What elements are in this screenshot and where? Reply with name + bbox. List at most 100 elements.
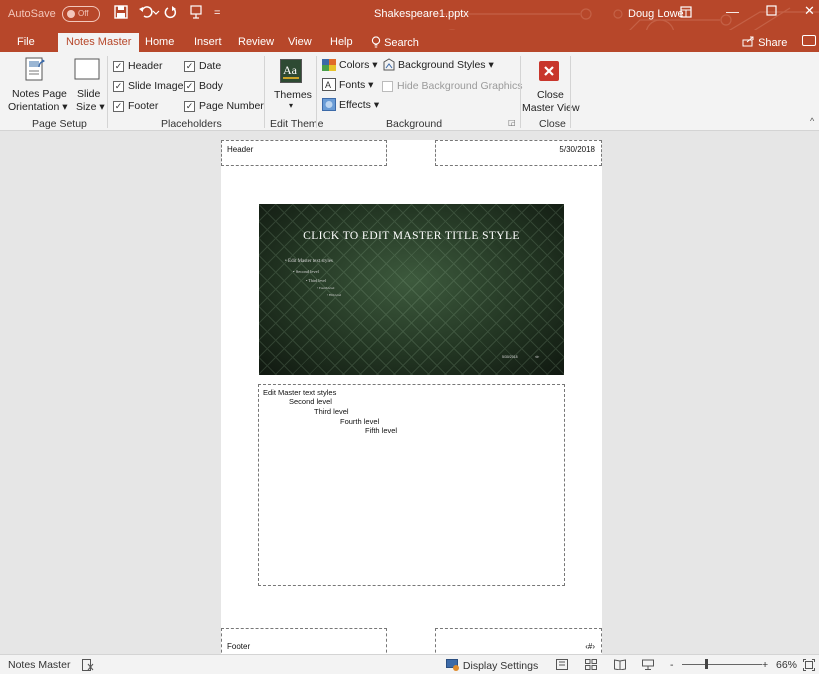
group-divider [570, 56, 571, 128]
slide-size-label-1[interactable]: Slide [77, 88, 100, 100]
view-name: Notes Master [8, 659, 71, 671]
body-checkbox[interactable]: ✓ [184, 81, 195, 92]
slide-sorter-icon[interactable] [585, 659, 597, 673]
background-styles-button[interactable]: Background Styles ▾ [398, 59, 494, 71]
notes-page-label-2[interactable]: Orientation ▾ [8, 101, 68, 113]
placeholders-group-label: Placeholders [161, 118, 222, 130]
slide-level-2: • Second level [293, 269, 319, 274]
tab-file[interactable]: File [17, 36, 35, 48]
body-checkbox-label: Body [199, 80, 223, 92]
tab-help[interactable]: Help [330, 36, 353, 48]
slide-size-label-2[interactable]: Size ▾ [76, 101, 105, 113]
slide-show-icon[interactable] [642, 659, 654, 673]
themes-dropdown-icon[interactable]: ▾ [289, 101, 293, 110]
slide-master-title: CLICK TO EDIT MASTER TITLE STYLE [303, 230, 520, 242]
undo-icon[interactable] [138, 5, 160, 22]
date-checkbox-label: Date [199, 60, 222, 72]
date-text: 5/30/2018 [559, 145, 595, 154]
effects-icon[interactable] [322, 98, 336, 114]
effects-button[interactable]: Effects ▾ [339, 99, 379, 111]
tab-notes-master[interactable]: Notes Master [58, 33, 140, 52]
user-name[interactable]: Doug Lowe [628, 8, 684, 20]
slide-footer-number: ‹#› [535, 355, 540, 359]
maximize-icon[interactable] [766, 4, 777, 19]
slide-footer-date: 5/30/2018 [502, 355, 518, 359]
close-window-icon[interactable]: ✕ [804, 3, 815, 19]
group-divider [520, 56, 521, 128]
redo-icon[interactable] [164, 5, 178, 22]
slide-level-5: • Fifth level [327, 293, 342, 297]
svg-text:A: A [325, 80, 331, 90]
comments-icon[interactable] [802, 35, 816, 46]
hide-background-label: Hide Background Graphics [397, 80, 523, 92]
ribbon-display-icon[interactable] [680, 6, 692, 21]
page-number-placeholder[interactable]: ‹#› [435, 628, 602, 654]
notes-page-label-1[interactable]: Notes Page [12, 88, 67, 100]
title-bar: AutoSave Off = Shakespeare1.pptx Doug Lo… [0, 0, 819, 30]
footer-placeholder[interactable]: Footer [221, 628, 387, 654]
fonts-button[interactable]: Fonts ▾ [339, 79, 373, 91]
header-checkbox[interactable]: ✓ [113, 61, 124, 72]
customize-icon[interactable] [190, 5, 204, 22]
normal-view-icon[interactable] [556, 659, 568, 673]
page-number-text: ‹#› [585, 642, 595, 651]
toggle-knob [67, 10, 75, 18]
zoom-out-button[interactable]: - [670, 659, 674, 671]
slide-size-icon[interactable] [74, 58, 100, 83]
tab-review[interactable]: Review [238, 36, 274, 48]
tell-me-search[interactable]: Search [371, 36, 419, 49]
size-label: Size [76, 101, 97, 113]
date-checkbox[interactable]: ✓ [184, 61, 195, 72]
autosave-state: Off [78, 9, 89, 18]
fonts-icon[interactable]: A [322, 78, 336, 94]
notes-page-orientation-icon[interactable] [25, 57, 45, 84]
slide-level-1: • Edit Master text styles [285, 259, 333, 264]
footer-checkbox[interactable]: ✓ [113, 101, 124, 112]
colors-icon[interactable] [322, 59, 336, 74]
zoom-level[interactable]: 66% [776, 659, 797, 671]
accessibility-icon[interactable] [82, 659, 94, 674]
autosave-toggle[interactable]: Off [62, 6, 100, 22]
header-placeholder[interactable]: Header [221, 140, 387, 166]
background-styles-label: Background Styles [398, 59, 486, 71]
notes-level-3: Third level [314, 407, 349, 416]
tab-home[interactable]: Home [145, 36, 174, 48]
hide-background-checkbox[interactable] [382, 81, 393, 92]
tab-view[interactable]: View [288, 36, 312, 48]
search-label: Search [384, 37, 419, 49]
slide-image-placeholder[interactable]: CLICK TO EDIT MASTER TITLE STYLE • Edit … [259, 204, 564, 375]
slide-image-checkbox[interactable]: ✓ [113, 81, 124, 92]
group-divider [107, 56, 108, 128]
display-settings-label: Display Settings [462, 660, 539, 672]
zoom-slider-thumb[interactable] [705, 659, 708, 669]
close-label-1[interactable]: Close [537, 89, 564, 101]
close-master-view-icon[interactable] [539, 61, 559, 84]
close-group-label: Close [539, 118, 566, 130]
save-icon[interactable] [114, 5, 128, 22]
slide-level-5-text: Fifth level [328, 293, 342, 297]
page-number-checkbox-label: Page Number [199, 100, 264, 112]
slide-image-checkbox-label: Slide Image [128, 80, 184, 92]
document-title: Shakespeare1.pptx [374, 8, 469, 20]
colors-button[interactable]: Colors ▾ [339, 59, 378, 71]
tab-insert[interactable]: Insert [194, 36, 222, 48]
display-settings-icon [446, 659, 459, 671]
zoom-slider[interactable] [682, 664, 762, 665]
background-dialog-launcher-icon[interactable]: ◲ [508, 118, 516, 127]
qat-more-icon[interactable]: = [214, 7, 220, 19]
slide-level-1-text: Edit Master text styles [288, 259, 333, 264]
date-placeholder[interactable]: 5/30/2018 [435, 140, 602, 166]
themes-icon[interactable]: Aa [280, 59, 302, 86]
themes-label[interactable]: Themes [274, 89, 312, 101]
minimize-icon[interactable]: — [726, 4, 739, 19]
reading-view-icon[interactable] [614, 659, 626, 673]
page-number-checkbox[interactable]: ✓ [184, 101, 195, 112]
share-button[interactable]: Share [742, 36, 787, 49]
collapse-ribbon-icon[interactable]: ^ [810, 116, 814, 126]
display-settings-button[interactable]: Display Settings [446, 659, 538, 672]
zoom-in-button[interactable]: + [762, 659, 768, 671]
notes-body-placeholder[interactable]: Edit Master text styles Second level Thi… [258, 384, 565, 586]
notes-level-5: Fifth level [365, 426, 398, 435]
background-styles-icon[interactable] [382, 58, 396, 75]
fit-to-window-icon[interactable] [803, 659, 815, 674]
